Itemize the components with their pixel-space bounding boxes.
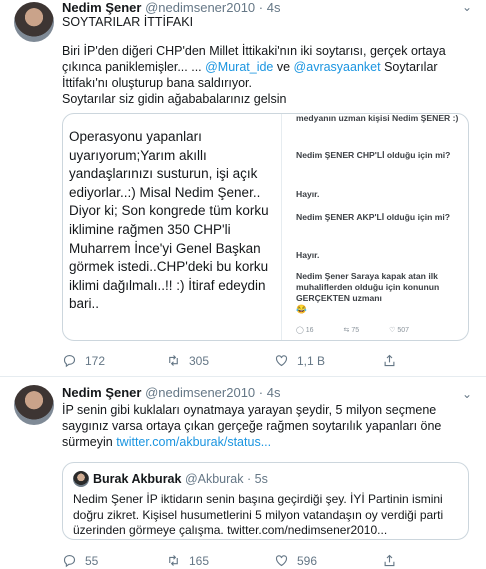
reply-button[interactable]: 172 (62, 353, 105, 368)
quoted-text: Nedim Şener İP iktidarın senin başına ge… (73, 492, 444, 537)
retweet-icon (169, 355, 178, 366)
chevron-down-icon[interactable]: ⌄ (462, 387, 472, 401)
avatar[interactable] (14, 385, 54, 425)
retweet-button[interactable]: 305 (166, 353, 209, 368)
media-right-line: Nedim Şener Saraya kapak atan ilk muhali… (296, 271, 461, 315)
like-count: 596 (297, 553, 318, 568)
reply-icon (63, 554, 76, 568)
tweet-time[interactable]: 4s (267, 385, 281, 400)
avatar[interactable] (14, 2, 54, 42)
chevron-down-icon[interactable]: ⌄ (462, 0, 472, 14)
retweet-icon (169, 555, 178, 566)
mini-retweets-count: 75 (351, 327, 360, 334)
tweet-actions: 172 305 1,1 B (62, 353, 472, 369)
media-right-line: Nedim ŞENER CHP'Lİ olduğu için mi? (296, 150, 451, 160)
quoted-header: Burak Akburak @Akburak · 5s (93, 472, 268, 486)
heart-icon (275, 555, 288, 567)
tweet-text: İP senin gibi kuklaları oynatmaya yaraya… (62, 402, 472, 450)
laughing-emoji: 😂 (296, 304, 307, 314)
tweet-header: Nedim Şener @nedimsener2010 · 4s (62, 385, 280, 400)
separator-dot: · (258, 385, 264, 400)
reply-count: 55 (85, 553, 99, 568)
share-icon (384, 554, 395, 567)
share-button[interactable] (382, 353, 405, 368)
mini-replies: ◯ 16 (296, 327, 314, 334)
retweet-count: 165 (189, 553, 210, 568)
reply-button[interactable]: 55 (62, 553, 98, 568)
quoted-avatar (73, 471, 89, 487)
tweet-text-part: Soytarılar siz gidin ağababalarınız gels… (62, 92, 287, 106)
media-image[interactable]: Operasyonu yapanları uyarıyorum;Yarım ak… (62, 113, 469, 341)
like-button[interactable]: 1,1 B (274, 353, 325, 368)
media-right-line: Hayır. (296, 189, 320, 199)
share-button[interactable] (382, 553, 405, 568)
media-left-panel: Operasyonu yapanları uyarıyorum;Yarım ak… (63, 114, 282, 340)
tweet-text: Biri İP'den diğeri CHP'den Millet İttika… (62, 43, 472, 107)
media-right-line: medyanın uzman kişisi Nedim ŞENER :) (296, 113, 459, 123)
mention-link[interactable]: @avrasyaanket (294, 60, 381, 74)
separator-dot: · (258, 0, 264, 15)
quoted-tweet[interactable]: Burak Akburak @Akburak · 5s Nedim Şener … (62, 462, 469, 540)
author-name[interactable]: Nedim Şener (62, 0, 141, 15)
media-right-line: Nedim ŞENER AKP'Lİ olduğu için mi? (296, 212, 451, 222)
mention-link[interactable]: @Murat_ide (205, 60, 273, 74)
retweet-button[interactable]: 165 (166, 553, 209, 568)
reply-icon (63, 354, 76, 368)
mini-retweets: ⇆ 75 (343, 327, 360, 334)
tweet[interactable]: Nedim Şener @nedimsener2010 · 4s ⌄ İP se… (0, 376, 486, 568)
author-handle[interactable]: @nedimsener2010 (145, 0, 255, 15)
like-button[interactable]: 596 (274, 553, 317, 568)
tweet-text-part: ve (273, 60, 294, 74)
separator-dot: · (246, 472, 252, 486)
author-handle[interactable]: @nedimsener2010 (145, 385, 255, 400)
tweet-time[interactable]: 4s (267, 0, 281, 15)
tweet-title: SOYTARILAR İTTİFAKI (62, 15, 194, 29)
reply-count: 172 (85, 353, 106, 368)
like-count: 1,1 B (297, 353, 326, 368)
status-link[interactable]: twitter.com/akburak/status... (116, 435, 271, 449)
author-name[interactable]: Nedim Şener (62, 385, 141, 400)
mini-likes: ♡ 507 (389, 327, 410, 334)
tweet-header: Nedim Şener @nedimsener2010 · 4s (62, 0, 280, 15)
retweet-count: 305 (189, 353, 210, 368)
mini-actions: ◯ 16 ⇆ 75 ♡ 507 (296, 326, 437, 334)
share-icon (384, 354, 395, 367)
quoted-author-name: Burak Akburak (93, 472, 182, 486)
mini-replies-count: 16 (305, 327, 314, 334)
quoted-author-handle: @Akburak (184, 472, 244, 486)
media-right-line: Hayır. (296, 250, 320, 260)
media-left-text: Operasyonu yapanları uyarıyorum;Yarım ak… (69, 129, 269, 312)
tweet[interactable]: Nedim Şener @nedimsener2010 · 4s ⌄ SOYTA… (0, 0, 486, 376)
heart-icon (275, 355, 288, 367)
quoted-time: 5s (254, 472, 268, 486)
media-right-text: Nedim Şener Saraya kapak atan ilk muhali… (296, 271, 440, 303)
media-right-panel: medyanın uzman kişisi Nedim ŞENER :) Ned… (282, 114, 468, 340)
mini-likes-count: 507 (397, 327, 410, 334)
